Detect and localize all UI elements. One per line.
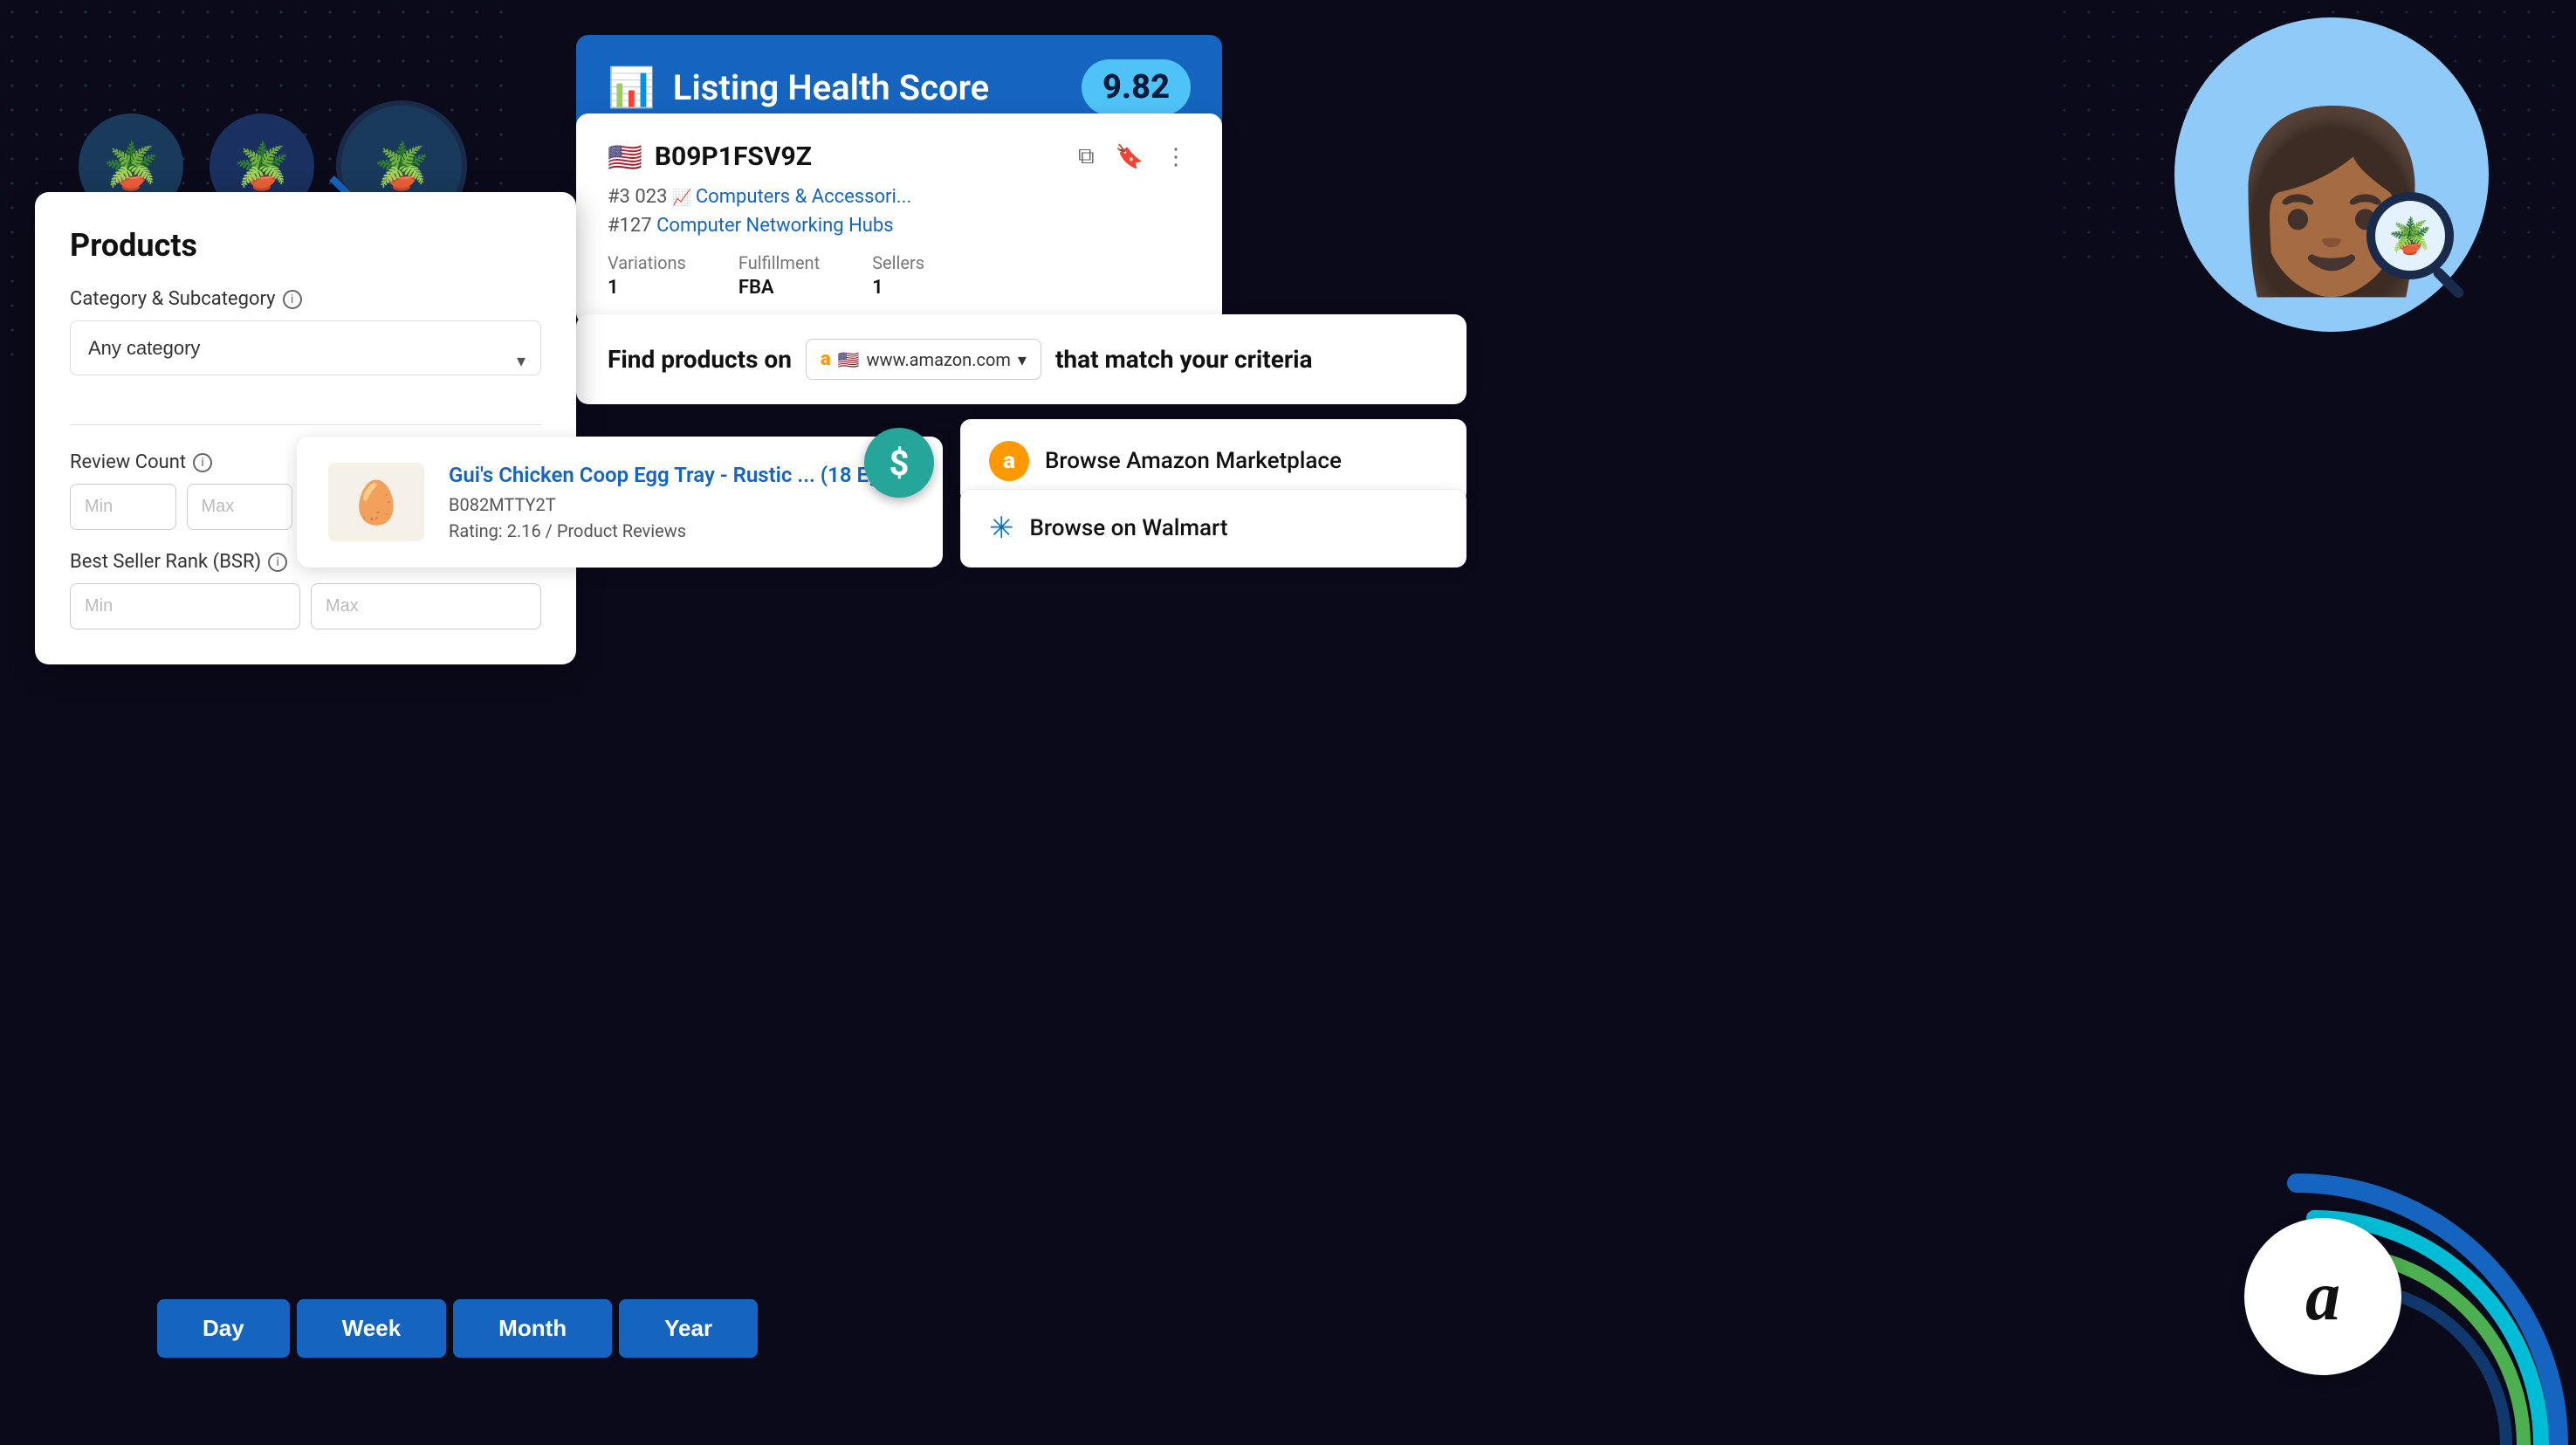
product-asin: B09P1FSV9Z bbox=[655, 141, 1062, 172]
day-button[interactable]: Day bbox=[157, 1299, 290, 1358]
product-result-asin: B082MTTY2T bbox=[449, 494, 910, 515]
us-flag-icon: 🇺🇸 bbox=[608, 141, 642, 174]
product-result-info: Gui's Chicken Coop Egg Tray - Rustic ...… bbox=[449, 463, 910, 541]
chevron-down-icon: ▾ bbox=[1018, 349, 1027, 370]
review-count-group: Review Count i bbox=[70, 451, 292, 530]
review-count-min[interactable] bbox=[70, 484, 176, 530]
browse-amazon-label: Browse Amazon Marketplace bbox=[1045, 448, 1342, 474]
sellers-meta: Sellers 1 bbox=[872, 252, 924, 299]
product-meta: Variations 1 Fulfillment FBA Sellers 1 bbox=[608, 252, 1191, 299]
find-products-prefix: Find products on bbox=[608, 345, 792, 374]
amazon-domain-selector[interactable]: a 🇺🇸 www.amazon.com ▾ bbox=[806, 339, 1041, 380]
mag-glass-circle: 🪴 bbox=[2366, 192, 2454, 279]
products-panel-title: Products bbox=[70, 227, 541, 264]
find-products-bar: Find products on a 🇺🇸 www.amazon.com ▾ t… bbox=[576, 314, 1467, 404]
year-button[interactable]: Year bbox=[619, 1299, 758, 1358]
fulfillment-value: FBA bbox=[738, 277, 820, 299]
product-asin-card: 🇺🇸 B09P1FSV9Z ⧉ 🔖 ⋮ #3 023 📈 Computers &… bbox=[576, 114, 1222, 325]
more-options-icon[interactable]: ⋮ bbox=[1161, 141, 1191, 174]
review-count-inputs bbox=[70, 484, 292, 530]
rank-row-2: #127 Computer Networking Hubs bbox=[608, 215, 1191, 237]
sellers-value: 1 bbox=[872, 277, 924, 299]
trend-up-icon: 📈 bbox=[672, 189, 696, 207]
walmart-icon: ✳ bbox=[989, 511, 1014, 546]
amazon-logo-small: a bbox=[821, 348, 831, 370]
browse-walmart-label: Browse on Walmart bbox=[1030, 515, 1228, 541]
health-score-label: Listing Health Score bbox=[673, 67, 1064, 108]
category-select-wrapper: Any category bbox=[70, 320, 541, 400]
product-card-header: 🇺🇸 B09P1FSV9Z ⧉ 🔖 ⋮ bbox=[608, 140, 1191, 174]
rank-row-1: #3 023 📈 Computers & Accessori... bbox=[608, 186, 1191, 208]
variations-label: Variations bbox=[608, 252, 686, 273]
mag-plant-icon: 🪴 bbox=[2388, 216, 2432, 257]
product-result-card: 🥚 Gui's Chicken Coop Egg Tray - Rustic .… bbox=[297, 437, 943, 568]
time-filters: Day Week Month Year bbox=[157, 1299, 758, 1358]
category-info-icon[interactable]: i bbox=[283, 290, 302, 309]
rank-1-number: #3 023 bbox=[608, 186, 667, 208]
bsr-max[interactable] bbox=[311, 583, 541, 630]
dollar-badge: $ bbox=[864, 428, 934, 498]
bsr-min[interactable] bbox=[70, 583, 300, 630]
amazon-logo-circle: a bbox=[2244, 1218, 2401, 1375]
review-count-label: Review Count i bbox=[70, 451, 292, 473]
mag-handle bbox=[2431, 265, 2466, 300]
find-products-suffix: that match your criteria bbox=[1055, 345, 1313, 374]
health-score-value: 9.82 bbox=[1082, 59, 1191, 115]
bookmark-icon[interactable]: 🔖 bbox=[1112, 141, 1147, 174]
copy-icon[interactable]: ⧉ bbox=[1075, 140, 1098, 174]
sellers-label: Sellers bbox=[872, 252, 924, 273]
month-button[interactable]: Month bbox=[453, 1299, 612, 1358]
card-actions: ⧉ 🔖 ⋮ bbox=[1075, 140, 1191, 174]
category-select[interactable]: Any category bbox=[70, 320, 541, 375]
panel-divider bbox=[70, 424, 541, 425]
browse-walmart-button[interactable]: ✳ Browse on Walmart bbox=[960, 489, 1467, 568]
rank-2-number: #127 bbox=[608, 215, 652, 237]
domain-text: www.amazon.com bbox=[867, 349, 1011, 370]
product-result-title[interactable]: Gui's Chicken Coop Egg Tray - Rustic ...… bbox=[449, 463, 910, 487]
variations-value: 1 bbox=[608, 277, 686, 299]
category-2-link[interactable]: Computer Networking Hubs bbox=[656, 215, 894, 237]
product-thumbnail: 🥚 bbox=[328, 463, 424, 541]
magnifying-glass-decoration: 🪴 bbox=[2366, 192, 2489, 314]
bar-chart-icon: 📊 bbox=[608, 65, 656, 110]
amazon-icon: a bbox=[989, 441, 1029, 481]
product-result-rating: Rating: 2.16 / Product Reviews bbox=[449, 520, 910, 541]
category-1-link[interactable]: Computers & Accessori... bbox=[696, 186, 911, 208]
us-flag-small: 🇺🇸 bbox=[838, 349, 860, 370]
variations-meta: Variations 1 bbox=[608, 252, 686, 299]
review-count-info-icon[interactable]: i bbox=[193, 453, 212, 472]
bsr-info-icon[interactable]: i bbox=[268, 553, 287, 572]
products-panel: Products Category & Subcategory i Any ca… bbox=[35, 192, 576, 664]
review-count-max[interactable] bbox=[187, 484, 293, 530]
category-field-label: Category & Subcategory i bbox=[70, 288, 541, 310]
fulfillment-label: Fulfillment bbox=[738, 252, 820, 273]
bsr-inputs bbox=[70, 583, 541, 630]
fulfillment-meta: Fulfillment FBA bbox=[738, 252, 820, 299]
week-button[interactable]: Week bbox=[297, 1299, 446, 1358]
